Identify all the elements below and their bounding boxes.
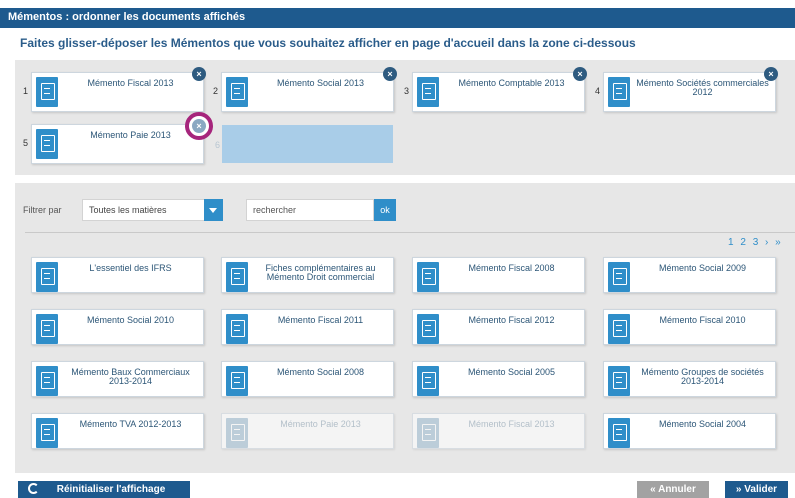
catalog-card[interactable]: Mémento Groupes de sociétés 2013-2014 xyxy=(603,361,776,397)
selected-card-paie-2013[interactable]: Mémento Paie 2013 xyxy=(31,124,204,164)
card-label: L'essentiel des IFRS xyxy=(89,263,172,273)
book-icon xyxy=(417,77,439,107)
slot-number-6: 6 xyxy=(215,140,221,150)
card-label: Mémento Baux Commerciaux 2013-2014 xyxy=(71,367,190,386)
catalog-card[interactable]: Mémento Social 2009 xyxy=(603,257,776,293)
book-icon xyxy=(36,262,58,292)
card-label: Mémento Social 2010 xyxy=(86,315,175,325)
subject-select-value: Toutes les matières xyxy=(89,205,167,215)
book-icon xyxy=(417,314,439,344)
book-icon xyxy=(36,129,58,159)
instruction-text: Faites glisser-déposer les Mémentos que … xyxy=(20,36,636,50)
book-icon xyxy=(36,77,58,107)
search-ok-button[interactable]: ok xyxy=(374,199,396,221)
card-label: Mémento Fiscal 2011 xyxy=(277,315,364,325)
pagination: 1 2 3 › » xyxy=(728,237,785,248)
catalog-card[interactable]: Mémento Baux Commerciaux 2013-2014 xyxy=(31,361,204,397)
card-label: Mémento Fiscal 2013 xyxy=(87,78,174,88)
book-icon xyxy=(36,366,58,396)
catalog-card[interactable]: Mémento Social 2004 xyxy=(603,413,776,449)
slot-number-3: 3 xyxy=(404,86,410,96)
card-label: Mémento Social 2008 xyxy=(276,367,365,377)
catalog-card[interactable]: Mémento TVA 2012-2013 xyxy=(31,413,204,449)
card-label: Mémento Social 2009 xyxy=(658,263,747,273)
card-label: Mémento Fiscal 2013 xyxy=(468,419,555,429)
divider xyxy=(25,232,795,233)
page-3-link[interactable]: 3 xyxy=(753,237,759,248)
book-icon xyxy=(608,262,630,292)
catalog-card[interactable]: Fiches complémentaires au Mémento Droit … xyxy=(221,257,394,293)
close-icon: × xyxy=(192,119,206,133)
reset-display-label: Réinitialiser l'affichage xyxy=(56,484,166,495)
slot-number-1: 1 xyxy=(23,86,29,96)
book-icon xyxy=(608,314,630,344)
remove-societes-2012-button[interactable]: × xyxy=(764,67,778,81)
search-input[interactable]: rechercher xyxy=(246,199,374,221)
selected-card-societes-2012[interactable]: Mémento Sociétés commerciales 2012 xyxy=(603,72,776,112)
book-icon xyxy=(608,418,630,448)
catalog-card-disabled: Mémento Paie 2013 xyxy=(221,413,394,449)
card-label: Mémento Comptable 2013 xyxy=(458,78,565,88)
slot-number-4: 4 xyxy=(595,86,601,96)
card-label: Mémento Fiscal 2012 xyxy=(468,315,555,325)
cancel-button[interactable]: « Annuler xyxy=(637,481,709,498)
card-label: Mémento Fiscal 2008 xyxy=(468,263,555,273)
page-1-link[interactable]: 1 xyxy=(728,237,734,248)
book-icon xyxy=(226,366,248,396)
catalog-card[interactable]: L'essentiel des IFRS xyxy=(31,257,204,293)
book-icon xyxy=(417,366,439,396)
card-label: Mémento TVA 2012-2013 xyxy=(79,419,182,429)
book-icon xyxy=(417,418,439,448)
card-label: Mémento Paie 2013 xyxy=(90,130,171,140)
catalog-card[interactable]: Mémento Fiscal 2008 xyxy=(412,257,585,293)
slot-number-2: 2 xyxy=(213,86,219,96)
subject-select[interactable]: Toutes les matières xyxy=(82,199,223,221)
book-icon xyxy=(226,262,248,292)
slot-number-5: 5 xyxy=(23,138,29,148)
card-label: Mémento Paie 2013 xyxy=(280,419,361,429)
book-icon xyxy=(608,77,630,107)
catalog-card[interactable]: Mémento Fiscal 2010 xyxy=(603,309,776,345)
page-2-link[interactable]: 2 xyxy=(740,237,746,248)
book-icon xyxy=(417,262,439,292)
selected-card-fiscal-2013[interactable]: Mémento Fiscal 2013 xyxy=(31,72,204,112)
catalog-card[interactable]: Mémento Social 2005 xyxy=(412,361,585,397)
last-page-link[interactable]: » xyxy=(775,237,781,248)
book-icon xyxy=(608,366,630,396)
validate-button[interactable]: » Valider xyxy=(725,481,788,498)
book-icon xyxy=(36,418,58,448)
dialog-title: Mémentos : ordonner les documents affich… xyxy=(0,8,795,28)
catalog-card[interactable]: Mémento Fiscal 2011 xyxy=(221,309,394,345)
catalog-card[interactable]: Mémento Fiscal 2012 xyxy=(412,309,585,345)
remove-social-2013-button[interactable]: × xyxy=(383,67,397,81)
chevron-down-icon[interactable] xyxy=(204,199,223,221)
catalog-card-disabled: Mémento Fiscal 2013 xyxy=(412,413,585,449)
card-label: Mémento Sociétés commerciales 2012 xyxy=(636,78,769,97)
remove-paie-2013-button[interactable]: × xyxy=(185,112,213,140)
card-label: Mémento Social 2005 xyxy=(467,367,556,377)
card-label: Mémento Social 2004 xyxy=(658,419,747,429)
book-icon xyxy=(226,77,248,107)
filter-label: Filtrer par xyxy=(23,205,62,215)
catalog-card[interactable]: Mémento Social 2008 xyxy=(221,361,394,397)
remove-fiscal-2013-button[interactable]: × xyxy=(192,67,206,81)
next-page-link[interactable]: › xyxy=(765,237,768,248)
book-icon xyxy=(226,314,248,344)
remove-comptable-2013-button[interactable]: × xyxy=(573,67,587,81)
reset-display-button[interactable]: Réinitialiser l'affichage xyxy=(18,481,190,498)
selected-card-social-2013[interactable]: Mémento Social 2013 xyxy=(221,72,394,112)
selected-card-comptable-2013[interactable]: Mémento Comptable 2013 xyxy=(412,72,585,112)
book-icon xyxy=(36,314,58,344)
book-icon xyxy=(226,418,248,448)
card-label: Mémento Social 2013 xyxy=(276,78,365,88)
card-label: Mémento Groupes de sociétés 2013-2014 xyxy=(641,367,764,386)
refresh-icon xyxy=(28,483,39,494)
card-label: Mémento Fiscal 2010 xyxy=(659,315,746,325)
empty-drop-slot[interactable] xyxy=(222,125,393,163)
card-label: Fiches complémentaires au Mémento Droit … xyxy=(265,263,376,282)
catalog-card[interactable]: Mémento Social 2010 xyxy=(31,309,204,345)
